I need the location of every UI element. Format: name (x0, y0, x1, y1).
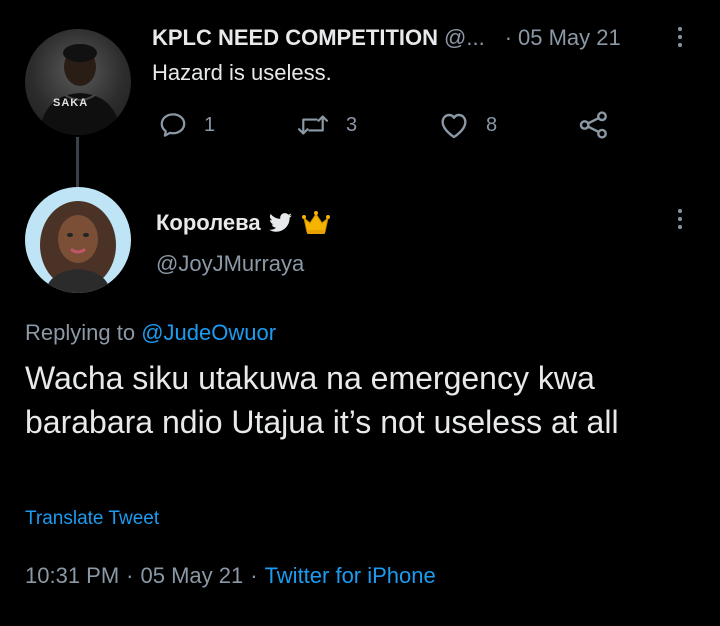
translate-tweet-link[interactable]: Translate Tweet (25, 508, 159, 530)
twitter-bird-icon (268, 213, 292, 232)
reply-icon (160, 113, 186, 137)
main-avatar[interactable] (25, 187, 131, 293)
like-icon (441, 113, 467, 139)
replying-prefix: Replying to (25, 320, 136, 345)
retweet-icon (297, 115, 329, 135)
parent-retweet-button[interactable]: 3 (296, 110, 357, 140)
parent-display-name[interactable]: KPLC NEED COMPETITION (152, 25, 438, 51)
parent-avatar[interactable]: SAKA (25, 29, 131, 135)
parent-avatar-image (39, 44, 121, 135)
share-icon (579, 111, 607, 139)
reply-count: 1 (204, 113, 216, 136)
tweet-time: 10:31 PM (25, 563, 120, 588)
replying-to: Replying to @JudeOwuor (25, 320, 276, 346)
main-header: Королева (156, 210, 331, 236)
parent-share-button[interactable] (578, 110, 610, 140)
main-handle[interactable]: @JoyJMurraya (156, 251, 304, 277)
tweet-date: 05 May 21 (140, 563, 244, 588)
tweet-source-link[interactable]: Twitter for iPhone (265, 563, 436, 589)
parent-handle[interactable]: @... (444, 25, 485, 51)
crown-icon (301, 211, 330, 234)
parent-tweet-text: Hazard is useless. (152, 60, 332, 85)
parent-date[interactable]: 05 May 21 (518, 25, 621, 51)
thread-line (76, 137, 79, 187)
main-more-icon[interactable] (678, 209, 682, 229)
tweet-meta: 10:31 PM · 05 May 21 · Twitter for iPhon… (25, 563, 436, 589)
parent-avatar-jersey-text: SAKA (53, 97, 89, 109)
main-tweet-text: Wacha siku utakuwa na emergency kwa bara… (25, 360, 619, 440)
parent-separator: · (504, 25, 513, 50)
parent-more-icon[interactable] (678, 27, 682, 47)
meta-separator: · (126, 563, 134, 588)
main-avatar-image (40, 201, 116, 293)
meta-separator-2: · (250, 563, 258, 588)
main-display-name[interactable]: Королева (156, 210, 261, 236)
replying-to-handle[interactable]: @JudeOwuor (141, 320, 276, 345)
like-count: 8 (486, 113, 498, 136)
parent-reply-button[interactable]: 1 (158, 110, 215, 140)
parent-like-button[interactable]: 8 (438, 110, 497, 140)
retweet-count: 3 (346, 113, 358, 136)
parent-header: KPLC NEED COMPETITION @... · 05 May 21 (152, 24, 621, 52)
